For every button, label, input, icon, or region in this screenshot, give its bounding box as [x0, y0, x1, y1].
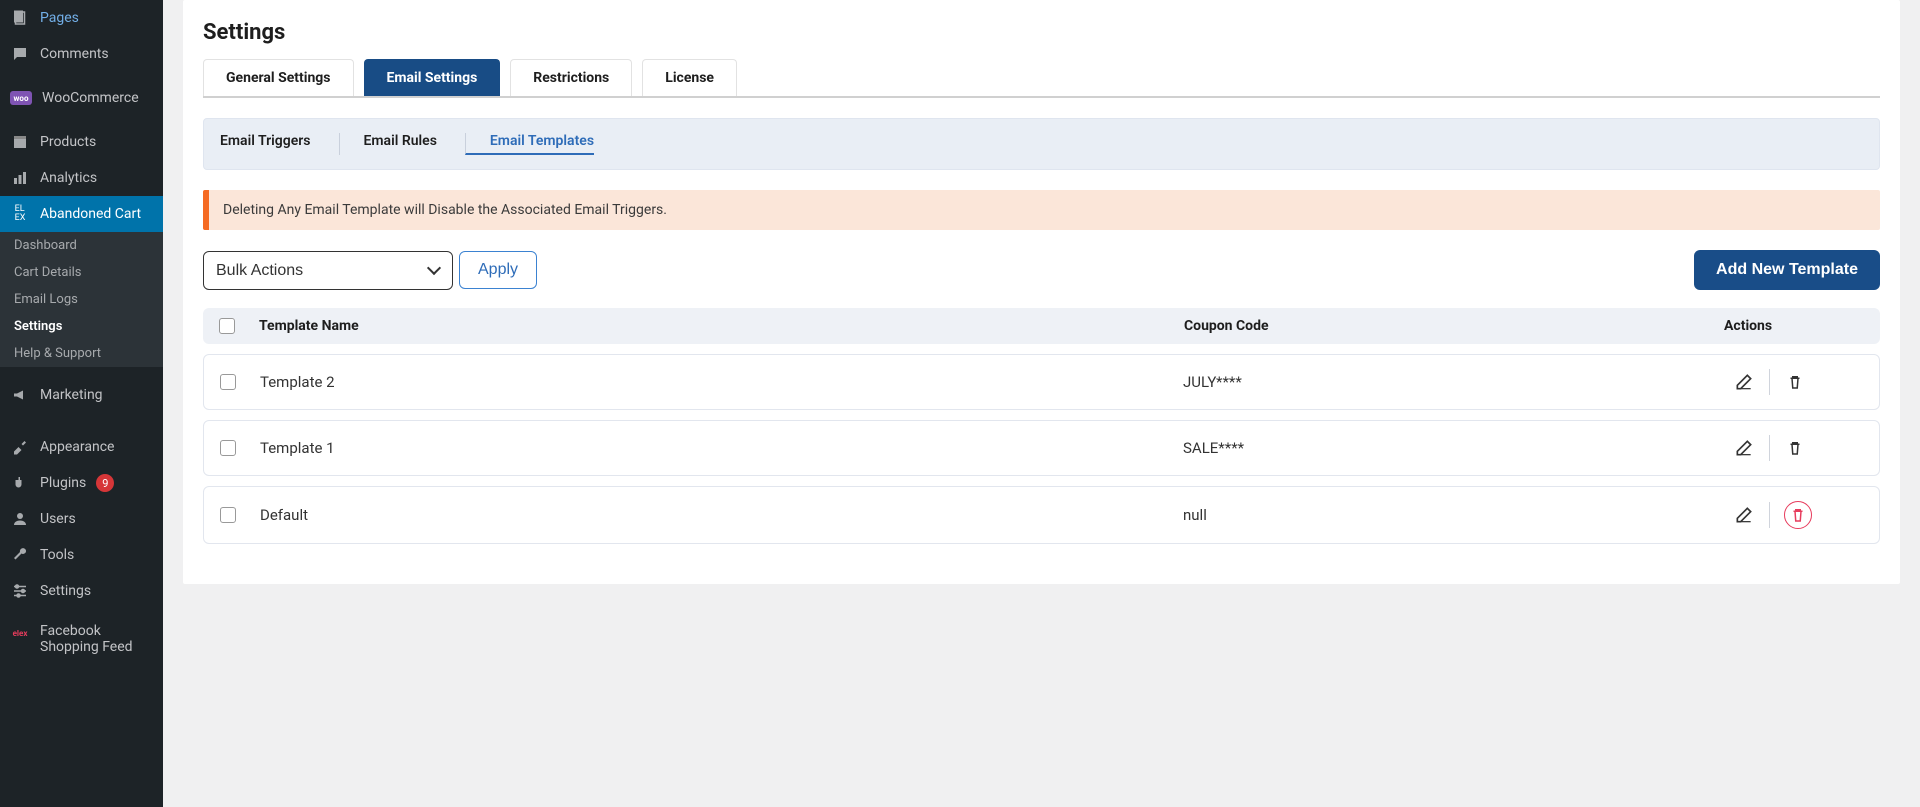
template-name-cell: Template 2 — [260, 373, 1183, 391]
coupon-code-cell: SALE**** — [1183, 439, 1723, 457]
sidebar-item-tools[interactable]: Tools — [0, 537, 163, 573]
sidebar-subitem-dashboard[interactable]: Dashboard — [0, 232, 163, 259]
sidebar-item-marketing[interactable]: Marketing — [0, 367, 163, 423]
template-name-cell: Default — [260, 506, 1183, 524]
header-actions: Actions — [1724, 318, 1864, 334]
woo-icon: woo — [10, 91, 32, 105]
apply-button[interactable]: Apply — [459, 251, 537, 289]
plug-icon — [10, 473, 30, 493]
sidebar-label: Marketing — [40, 387, 103, 403]
template-name-cell: Template 1 — [260, 439, 1183, 457]
sidebar-item-facebook-feed[interactable]: elex Facebook Shopping Feed — [0, 609, 163, 663]
templates-table: Template Name Coupon Code Actions Templa… — [203, 308, 1880, 544]
sidebar-item-products[interactable]: Products — [0, 124, 163, 160]
controls-row: Bulk Actions Apply Add New Template — [203, 250, 1880, 290]
action-divider — [1769, 369, 1770, 395]
sub-tabs: Email Triggers Email Rules Email Templat… — [203, 118, 1880, 170]
subtab-email-rules[interactable]: Email Rules — [339, 133, 437, 155]
warning-alert: Deleting Any Email Template will Disable… — [203, 190, 1880, 230]
table-header: Template Name Coupon Code Actions — [203, 308, 1880, 344]
sidebar-label: Settings — [40, 583, 91, 599]
plugins-badge: 9 — [96, 474, 114, 492]
sidebar-subitem-settings[interactable]: Settings — [0, 313, 163, 340]
sliders-icon — [10, 581, 30, 601]
bulk-actions-select[interactable]: Bulk Actions — [203, 251, 453, 290]
sidebar-subitem-help[interactable]: Help & Support — [0, 340, 163, 367]
sidebar-submenu: Dashboard Cart Details Email Logs Settin… — [0, 232, 163, 367]
select-all-checkbox[interactable] — [219, 318, 235, 334]
add-new-template-button[interactable]: Add New Template — [1694, 250, 1880, 290]
main-content: Settings General Settings Email Settings… — [163, 0, 1920, 807]
table-row: Template 1 SALE**** — [203, 420, 1880, 476]
sidebar-label: Tools — [40, 547, 74, 563]
primary-tabs: General Settings Email Settings Restrict… — [203, 59, 1880, 98]
tab-license[interactable]: License — [642, 59, 737, 96]
coupon-code-cell: JULY**** — [1183, 373, 1723, 391]
sidebar-subitem-cart-details[interactable]: Cart Details — [0, 259, 163, 286]
sidebar-item-comments[interactable]: Comments — [0, 36, 163, 72]
sidebar-label: WooCommerce — [42, 90, 139, 106]
sidebar-label: Analytics — [40, 170, 97, 186]
sidebar-label: Pages — [40, 10, 79, 26]
sidebar-item-pages[interactable]: Pages — [0, 0, 163, 36]
coupon-code-cell: null — [1183, 506, 1723, 524]
comment-icon — [10, 44, 30, 64]
header-template-name: Template Name — [259, 318, 1184, 334]
edit-button[interactable] — [1733, 504, 1755, 526]
sidebar-item-abandoned-cart[interactable]: ELEX Abandoned Cart — [0, 196, 163, 232]
row-checkbox[interactable] — [220, 440, 236, 456]
sidebar-item-appearance[interactable]: Appearance — [0, 423, 163, 465]
sidebar-label: Abandoned Cart — [40, 206, 141, 222]
pages-icon — [10, 8, 30, 28]
sidebar-item-users[interactable]: Users — [0, 501, 163, 537]
sidebar-label: Plugins — [40, 475, 86, 491]
elexfb-icon: elex — [10, 623, 30, 643]
wrench-icon — [10, 545, 30, 565]
sidebar-label: Facebook Shopping Feed — [40, 623, 153, 655]
elex-icon: ELEX — [10, 204, 30, 224]
delete-button[interactable] — [1784, 501, 1812, 529]
sidebar-label: Users — [40, 511, 76, 527]
sidebar-item-settings[interactable]: Settings — [0, 573, 163, 609]
sidebar-label: Appearance — [40, 439, 114, 455]
row-checkbox[interactable] — [220, 507, 236, 523]
brush-icon — [10, 437, 30, 457]
page-title: Settings — [203, 2, 1880, 59]
sidebar-label: Comments — [40, 46, 109, 62]
edit-button[interactable] — [1733, 371, 1755, 393]
box-icon — [10, 132, 30, 152]
sidebar-item-analytics[interactable]: Analytics — [0, 160, 163, 196]
table-row: Template 2 JULY**** — [203, 354, 1880, 410]
sidebar-subitem-email-logs[interactable]: Email Logs — [0, 286, 163, 313]
sidebar-item-woocommerce[interactable]: woo WooCommerce — [0, 72, 163, 124]
subtab-email-triggers[interactable]: Email Triggers — [220, 133, 311, 155]
delete-button[interactable] — [1784, 437, 1806, 459]
row-checkbox[interactable] — [220, 374, 236, 390]
sidebar-item-plugins[interactable]: Plugins 9 — [0, 465, 163, 501]
chart-icon — [10, 168, 30, 188]
tab-restrictions[interactable]: Restrictions — [510, 59, 632, 96]
tab-general-settings[interactable]: General Settings — [203, 59, 354, 96]
sidebar-label: Products — [40, 134, 96, 150]
megaphone-icon — [10, 385, 30, 405]
table-row: Default null — [203, 486, 1880, 544]
subtab-email-templates[interactable]: Email Templates — [465, 133, 594, 155]
admin-sidebar: Pages Comments woo WooCommerce Products … — [0, 0, 163, 807]
action-divider — [1769, 502, 1770, 528]
edit-button[interactable] — [1733, 437, 1755, 459]
delete-button[interactable] — [1784, 371, 1806, 393]
user-icon — [10, 509, 30, 529]
tab-email-settings[interactable]: Email Settings — [364, 59, 501, 96]
header-coupon-code: Coupon Code — [1184, 318, 1724, 334]
action-divider — [1769, 435, 1770, 461]
